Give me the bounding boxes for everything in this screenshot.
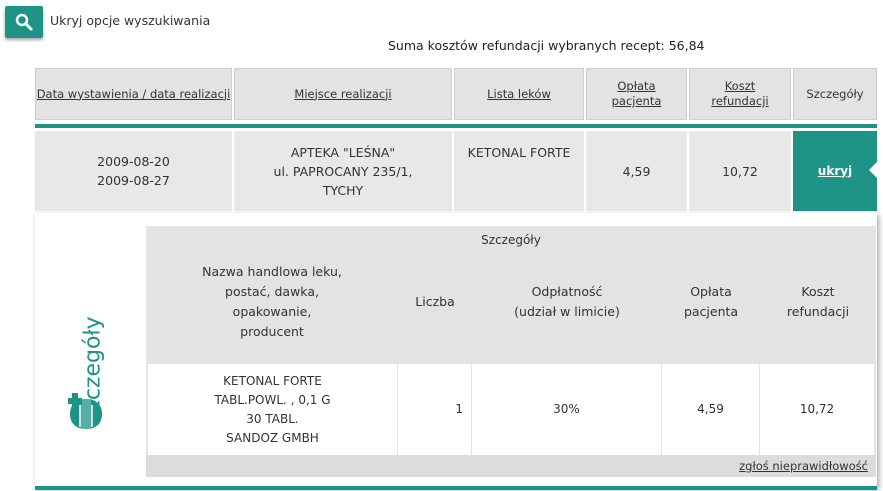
hide-search-options-link[interactable]: Ukryj opcje wyszukiwania <box>50 13 210 28</box>
header-place[interactable]: Miejsce realizacji <box>234 68 452 120</box>
details-bottom-divider <box>35 486 877 490</box>
search-icon <box>15 13 33 31</box>
pill-icon <box>68 393 102 429</box>
drow-copay: 30% <box>472 364 662 455</box>
header-date[interactable]: Data wystawienia / data realizacji <box>35 68 232 120</box>
dheader-count: Liczba <box>398 254 472 350</box>
drow-count: 1 <box>398 364 472 455</box>
header-drugs[interactable]: Lista leków <box>454 68 584 120</box>
dheader-copay: Odpłatność (udział w limicie) <box>472 254 662 350</box>
dheader-cost: Koszt refundacji <box>760 254 876 350</box>
details-table-title: Szczegóły <box>146 226 876 254</box>
search-toggle-button[interactable] <box>5 6 43 38</box>
details-footer: zgłoś nieprawidłowość <box>146 455 876 477</box>
row-drug: KETONAL FORTE <box>454 131 584 211</box>
drow-name: KETONAL FORTE TABL.POWL. , 0,1 G 30 TABL. S… <box>148 364 398 455</box>
row-fee: 4,59 <box>586 131 687 211</box>
row-dates: 2009-08-20 2009-08-27 <box>35 131 232 211</box>
drow-cost: 10,72 <box>760 364 874 455</box>
dheader-name: Nazwa handlowa leku, postać, dawka, opakow… <box>146 254 398 350</box>
header-divider <box>35 124 877 128</box>
header-details: Szczegóły <box>793 68 877 120</box>
row-cost: 10,72 <box>689 131 791 211</box>
drow-fee: 4,59 <box>662 364 760 455</box>
expanded-arrow-icon <box>869 161 878 179</box>
report-error-link[interactable]: zgłoś nieprawidłowość <box>739 459 868 473</box>
header-patient-fee[interactable]: Opłata pacjenta <box>586 68 687 120</box>
details-panel: Szczegóły Szczegóły Nazwa handlowa leku,… <box>35 213 877 488</box>
row-details-cell: ukryj <box>793 131 878 211</box>
refund-sum-text: Suma kosztów refundacji wybranych recept… <box>388 38 705 53</box>
hide-details-link[interactable]: ukryj <box>818 162 852 181</box>
row-place: APTEKA "LEŚNA" ul. PAPROCANY 235/1, TYCHY <box>234 131 452 211</box>
header-refund-cost[interactable]: Koszt refundacji <box>689 68 791 120</box>
dheader-fee: Opłata pacjenta <box>662 254 760 350</box>
